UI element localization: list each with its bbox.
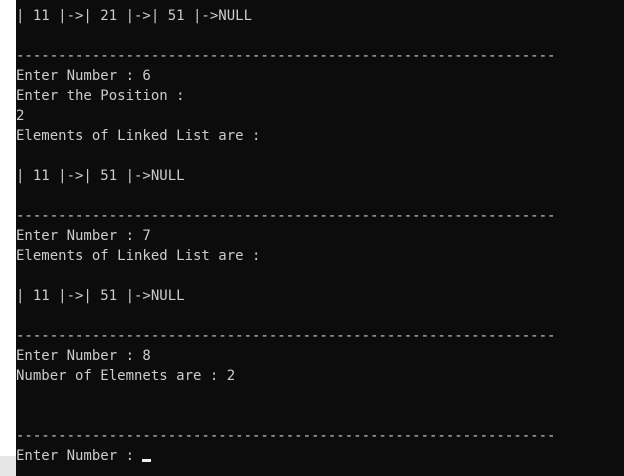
text-cursor — [142, 459, 152, 462]
input-prompt-text: Enter Number : — [16, 448, 143, 464]
input-prompt-line[interactable]: Enter Number : — [16, 446, 152, 466]
elements-heading-line: Elements of Linked List are : — [16, 128, 261, 144]
enter-number-line: Enter Number : 8 — [16, 348, 151, 364]
enter-number-line: Enter Number : 7 — [16, 228, 151, 244]
separator-line: ----------------------------------------… — [16, 208, 556, 224]
element-count-line: Number of Elemnets are : 2 — [16, 368, 236, 384]
position-value-line: 2 — [16, 108, 25, 124]
separator-line: ----------------------------------------… — [16, 428, 556, 444]
elements-heading-line: Elements of Linked List are : — [16, 248, 261, 264]
console-output[interactable]: | 11 |->| 21 |->| 51 |->NULL -----------… — [16, 0, 624, 476]
linked-list-line: | 11 |->| 51 |->NULL — [16, 168, 185, 184]
linked-list-line: | 11 |->| 51 |->NULL — [16, 288, 185, 304]
left-window-edge-bottom — [0, 456, 16, 476]
enter-position-line: Enter the Position : — [16, 88, 185, 104]
separator-line: ----------------------------------------… — [16, 48, 556, 64]
console-window: | 11 |->| 21 |->| 51 |->NULL -----------… — [0, 0, 624, 476]
separator-line: ----------------------------------------… — [16, 328, 556, 344]
enter-number-line: Enter Number : 6 — [16, 68, 151, 84]
linked-list-line: | 11 |->| 21 |->| 51 |->NULL — [16, 8, 253, 24]
left-window-edge — [0, 0, 16, 476]
